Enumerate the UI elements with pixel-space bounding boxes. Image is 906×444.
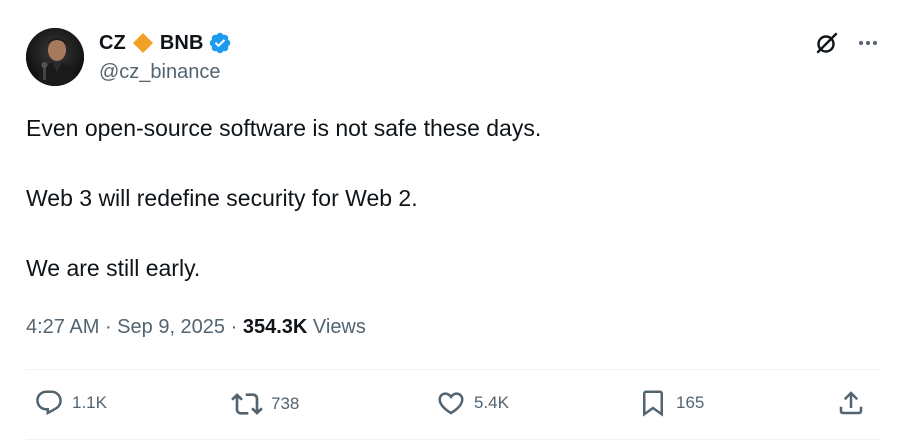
repost-icon xyxy=(231,388,263,420)
tweet-paragraph: Web 3 will redefine security for Web 2. xyxy=(26,185,418,211)
reply-icon xyxy=(34,388,64,418)
verified-badge-icon[interactable] xyxy=(208,31,232,55)
tweet-meta: 4:27 AM · Sep 9, 2025 · 354.3K Views xyxy=(26,316,366,339)
like-button[interactable]: 5.4K xyxy=(436,388,509,418)
repost-count: 738 xyxy=(271,394,300,413)
tweet-paragraph: We are still early. xyxy=(26,255,201,281)
tweet-header-actions xyxy=(814,30,880,56)
reply-button[interactable]: 1.1K xyxy=(34,388,107,418)
avatar[interactable] xyxy=(26,28,84,86)
author-name-row[interactable]: CZ BNB xyxy=(99,30,232,56)
reply-count: 1.1K xyxy=(72,393,107,412)
tweet-card: CZ BNB @cz_binance Even open-source soft… xyxy=(0,0,906,444)
divider xyxy=(26,369,880,370)
author-display-name[interactable]: CZ xyxy=(99,32,126,55)
tweet-paragraph: Even open-source software is not safe th… xyxy=(26,115,542,141)
more-icon[interactable] xyxy=(856,31,880,55)
meta-separator: · xyxy=(225,316,243,338)
divider xyxy=(26,439,880,440)
author-handle[interactable]: @cz_binance xyxy=(99,61,220,84)
share-button[interactable] xyxy=(836,388,866,418)
author-badge-text[interactable]: BNB xyxy=(160,32,204,55)
bookmark-icon xyxy=(638,388,668,418)
tweet-text: Even open-source software is not safe th… xyxy=(26,113,886,323)
share-icon xyxy=(836,388,866,418)
bookmark-button[interactable]: 165 xyxy=(638,388,704,418)
bookmark-count: 165 xyxy=(676,393,705,412)
meta-separator: · xyxy=(99,316,118,338)
tweet-action-bar: 1.1K 738 5.4K 165 xyxy=(26,388,880,422)
like-count: 5.4K xyxy=(474,393,509,412)
tweet-date[interactable]: Sep 9, 2025 xyxy=(117,316,225,339)
views-count[interactable]: 354.3K xyxy=(243,316,308,339)
like-icon xyxy=(436,388,466,418)
grok-icon[interactable] xyxy=(814,30,840,56)
diamond-icon xyxy=(132,32,154,54)
tweet-time[interactable]: 4:27 AM xyxy=(26,316,99,339)
avatar-photo xyxy=(26,28,84,86)
repost-button[interactable]: 738 xyxy=(231,388,299,420)
views-label: Views xyxy=(312,316,366,338)
